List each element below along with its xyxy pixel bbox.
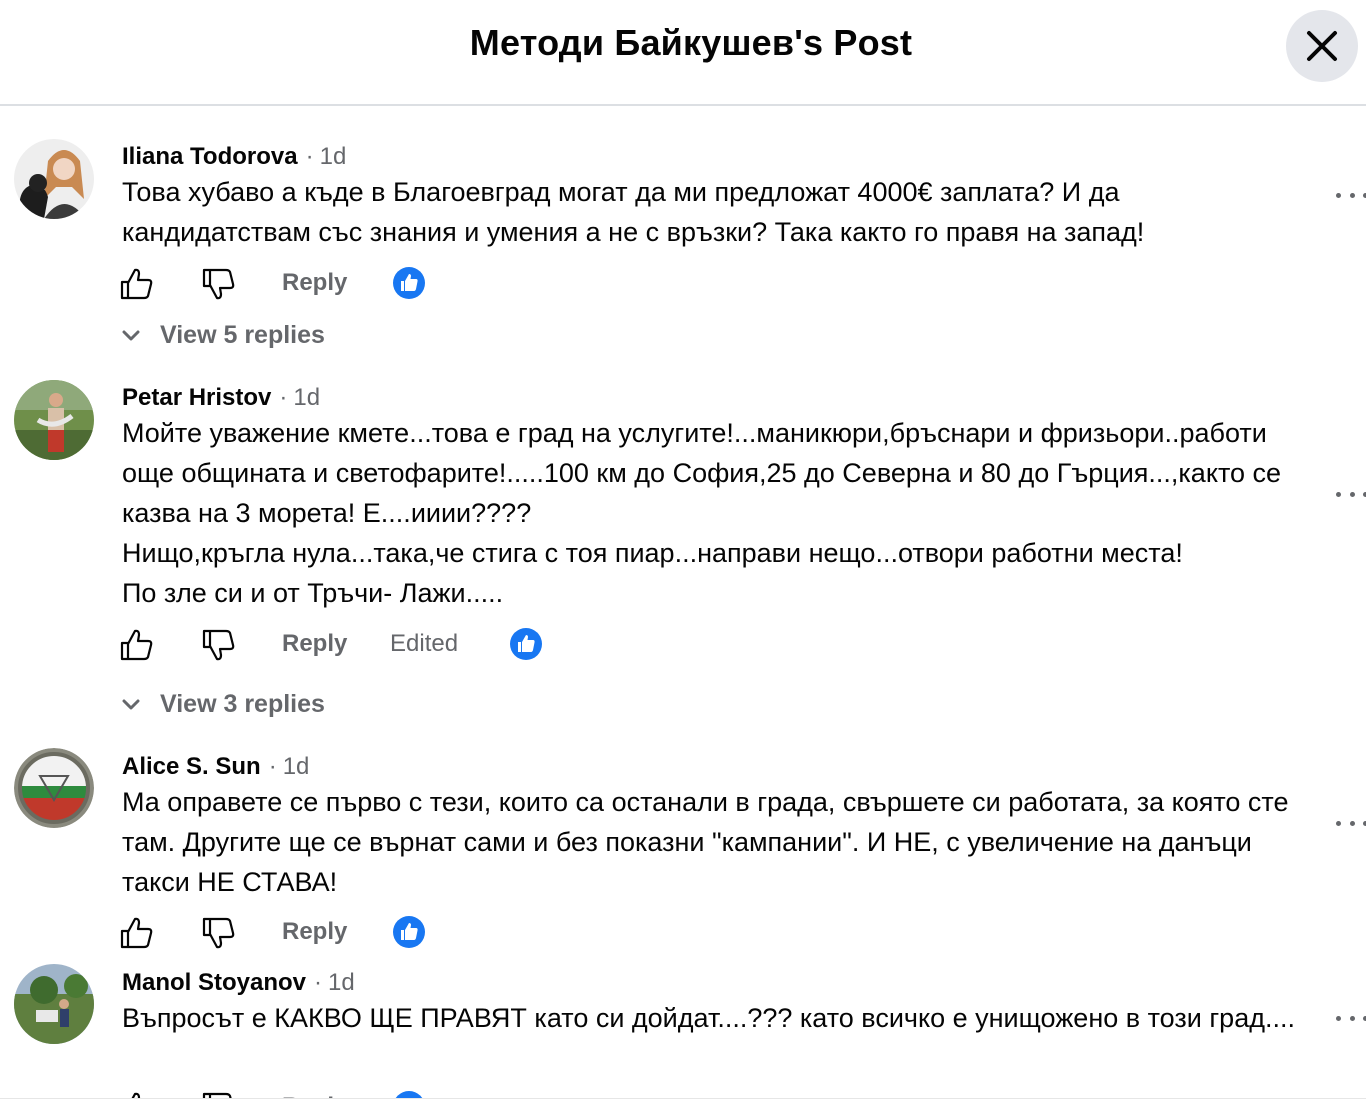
thumbs-up-icon[interactable] xyxy=(118,627,154,663)
comment-line: Ма оправете се първо с тези, които са ос… xyxy=(122,787,1289,897)
comment-author[interactable]: Petar Hristov xyxy=(122,384,271,411)
thumbs-down-icon[interactable] xyxy=(200,915,236,951)
comment-text: Мойте уважение кмете...това е град на ус… xyxy=(122,413,1312,613)
post-dialog-header: Методи Байкушев's Post xyxy=(0,0,1366,106)
thumbs-down-icon[interactable] xyxy=(200,266,236,302)
like-reaction-icon[interactable] xyxy=(509,627,543,661)
comment-time[interactable]: 1d xyxy=(328,969,355,996)
view-replies-label: View 3 replies xyxy=(160,690,325,718)
comment-line: Мойте уважение кмете...това е град на ус… xyxy=(122,418,1282,528)
comment-text: Ма оправете се първо с тези, които са ос… xyxy=(122,782,1312,902)
avatar[interactable] xyxy=(14,748,94,828)
comment-line: Въпросът е КАКВО ЩЕ ПРАВЯТ като си дойда… xyxy=(122,1003,1295,1033)
reply-button[interactable]: Reply xyxy=(282,269,347,297)
page-title: Методи Байкушев's Post xyxy=(469,22,913,63)
comment-author[interactable]: Manol Stoyanov xyxy=(122,969,306,996)
more-options-button[interactable] xyxy=(1336,1012,1366,1024)
comment-line: Нищо,кръгла нула...така,че стига с тоя п… xyxy=(122,538,1183,568)
thumbs-up-icon[interactable] xyxy=(118,266,154,302)
comment-header: Alice S. Sun · 1d xyxy=(122,753,309,781)
comment-text: Въпросът е КАКВО ЩЕ ПРАВЯТ като си дойда… xyxy=(122,998,1312,1038)
like-reaction-icon[interactable] xyxy=(392,915,426,949)
thumbs-up-icon[interactable] xyxy=(118,915,154,951)
more-horizontal-icon xyxy=(1336,491,1341,497)
view-replies-button[interactable]: View 5 replies xyxy=(122,321,325,350)
thumbs-down-icon[interactable] xyxy=(200,627,236,663)
separator-dot: · xyxy=(279,384,288,411)
view-replies-label: View 5 replies xyxy=(160,321,325,349)
view-replies-button[interactable]: View 3 replies xyxy=(122,690,325,719)
more-horizontal-icon xyxy=(1336,1015,1341,1021)
more-options-button[interactable] xyxy=(1336,189,1366,201)
avatar[interactable] xyxy=(14,964,94,1044)
separator-dot: · xyxy=(314,969,323,996)
separator-dot: · xyxy=(268,753,277,780)
avatar[interactable] xyxy=(14,380,94,460)
comment-header: Manol Stoyanov · 1d xyxy=(122,969,355,997)
close-button[interactable] xyxy=(1286,10,1358,82)
chevron-down-icon xyxy=(122,330,140,340)
comment-time[interactable]: 1d xyxy=(293,384,320,411)
reply-button[interactable]: Reply xyxy=(282,918,347,946)
comment-line: Това хубаво а къде в Благоевград могат д… xyxy=(122,177,1145,247)
avatar[interactable] xyxy=(14,139,94,219)
comment-time[interactable]: 1d xyxy=(320,143,347,170)
separator-dot: · xyxy=(305,143,314,170)
close-icon xyxy=(1307,31,1337,61)
more-horizontal-icon xyxy=(1336,192,1341,198)
more-horizontal-icon xyxy=(1336,820,1341,826)
edited-label: Edited xyxy=(390,630,459,657)
reply-button[interactable]: Reply xyxy=(282,630,347,658)
comment-text: Това хубаво а къде в Благоевград могат д… xyxy=(122,172,1312,252)
comment-header: Iliana Todorova · 1d xyxy=(122,143,346,171)
like-reaction-icon[interactable] xyxy=(392,266,426,300)
comment-author[interactable]: Iliana Todorova xyxy=(122,143,298,170)
comment-time[interactable]: 1d xyxy=(283,753,310,780)
comment-line: По зле си и от Тръчи- Лажи..... xyxy=(122,578,504,608)
dialog-footer-divider xyxy=(0,1098,1366,1108)
more-options-button[interactable] xyxy=(1336,488,1366,500)
more-options-button[interactable] xyxy=(1336,817,1366,829)
comment-header: Petar Hristov · 1d xyxy=(122,384,320,412)
comment-author[interactable]: Alice S. Sun xyxy=(122,753,261,780)
chevron-down-icon xyxy=(122,699,140,709)
